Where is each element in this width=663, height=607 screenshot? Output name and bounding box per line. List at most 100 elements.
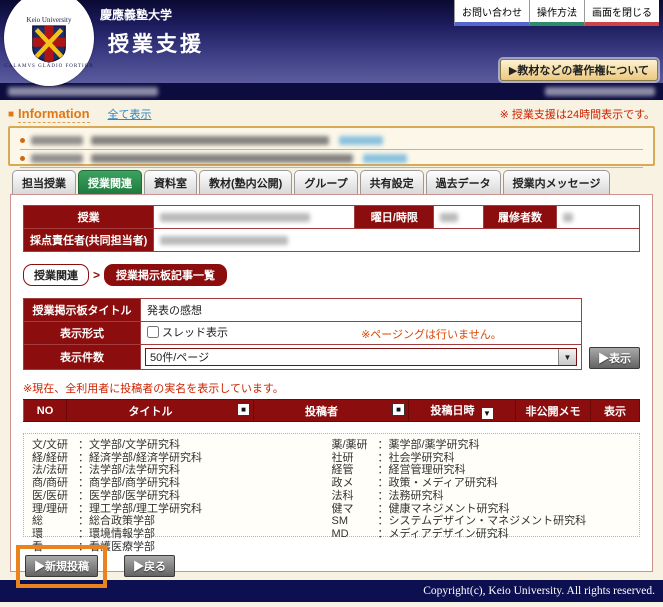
user-status-bar bbox=[0, 83, 663, 100]
breadcrumb-separator: > bbox=[93, 268, 100, 282]
legend-item: 文/文研：文学部/文学研究科 bbox=[32, 439, 332, 452]
legend-name: 経済学部/経済学研究科 bbox=[89, 452, 202, 465]
legend-name: 医学部/医学研究科 bbox=[89, 490, 180, 503]
display-button[interactable]: ▶表示 bbox=[589, 347, 640, 369]
redacted-class-name bbox=[160, 213, 310, 222]
enrollment-value bbox=[557, 206, 640, 229]
faculty-legend-box: 文/文研：文学部/文学研究科 経/経研：経済学部/経済学研究科 法/法研：法学部… bbox=[23, 433, 640, 537]
col-title: タイトル ■ bbox=[67, 400, 254, 422]
class-label: 授業 bbox=[24, 206, 154, 229]
legend-item: 環：環境情報学部 bbox=[32, 528, 332, 541]
legend-name: 法学部/法学研究科 bbox=[89, 464, 180, 477]
notice-item bbox=[20, 150, 643, 168]
thread-display-checkbox[interactable] bbox=[147, 326, 159, 338]
tab-past-data[interactable]: 過去データ bbox=[426, 170, 501, 194]
notice-item bbox=[20, 132, 643, 150]
tab-group[interactable]: グループ bbox=[294, 170, 357, 194]
legend-abbr: 社研 bbox=[332, 452, 378, 465]
legend-abbr: SM bbox=[332, 515, 378, 528]
24h-note: ※ 授業支援は24時間表示です。 bbox=[500, 106, 655, 122]
legend-item: 商/商研：商学部/商学研究科 bbox=[32, 477, 332, 490]
col-display: 表示 bbox=[591, 400, 640, 422]
university-name: 慶應義塾大学 bbox=[100, 6, 172, 23]
redacted-grader-names bbox=[160, 236, 288, 245]
breadcrumb-board-article-list: 授業掲示板記事一覧 bbox=[104, 264, 227, 286]
page-title: 授業支援 bbox=[108, 28, 204, 58]
information-section: ■ Information 全て表示 ※ 授業支援は24時間表示です。 bbox=[0, 100, 663, 170]
materials-copyright-button[interactable]: ▶教材などの著作権について bbox=[500, 59, 658, 81]
col-poster: 投稿者 ■ bbox=[254, 400, 409, 422]
legend-separator: ： bbox=[378, 439, 389, 452]
page-size-select[interactable]: 50件/ページ ▼ bbox=[145, 348, 577, 366]
tab-sharing-settings[interactable]: 共有設定 bbox=[360, 170, 424, 194]
class-value bbox=[154, 206, 355, 229]
col-title-label: タイトル bbox=[129, 406, 173, 418]
new-post-button[interactable]: ▶新規投稿 bbox=[25, 555, 98, 577]
legend-abbr: 経管 bbox=[332, 464, 378, 477]
display-format-value: スレッド表示 ※ページングは行いません。 bbox=[141, 322, 582, 345]
board-form: 授業掲示板タイトル 発表の感想 表示形式 スレッド表示 ※ページングは行いません… bbox=[23, 298, 640, 370]
select-dropdown-icon[interactable]: ▼ bbox=[558, 349, 576, 365]
legend-separator: ： bbox=[378, 452, 389, 465]
legend-abbr: 看 bbox=[32, 541, 78, 554]
legend-separator: ： bbox=[378, 490, 389, 503]
keio-shield-icon bbox=[31, 24, 67, 64]
show-all-link[interactable]: 全て表示 bbox=[108, 106, 152, 122]
notice-box bbox=[8, 126, 655, 166]
legend-separator: ： bbox=[78, 452, 89, 465]
header-nav: お問い合わせ 操作方法 画面を閉じる bbox=[454, 0, 659, 26]
legend-separator: ： bbox=[78, 439, 89, 452]
tab-resource-room[interactable]: 資料室 bbox=[144, 170, 197, 194]
contact-button[interactable]: お問い合わせ bbox=[454, 0, 529, 26]
tab-class-messages[interactable]: 授業内メッセージ bbox=[503, 170, 611, 194]
legend-item: 政メ：政策・メディア研究科 bbox=[332, 477, 632, 490]
grader-label: 採点責任者(共同担当者) bbox=[24, 229, 154, 252]
tab-assigned-classes[interactable]: 担当授業 bbox=[12, 170, 76, 194]
date-sort-desc-icon[interactable]: ▼ bbox=[481, 407, 494, 420]
legend-abbr: 経/経研 bbox=[32, 452, 78, 465]
col-post-date-label: 投稿日時 bbox=[431, 405, 475, 417]
grader-value bbox=[154, 229, 640, 252]
class-info-table: 授業 曜日/時限 履修者数 採点責任者(共同担当者) bbox=[23, 205, 640, 252]
tab-class-related[interactable]: 授業関連 bbox=[78, 170, 142, 194]
bullet-icon bbox=[20, 138, 25, 143]
bullet-icon bbox=[20, 156, 25, 161]
legend-item: 医/医研：医学部/医学研究科 bbox=[32, 490, 332, 503]
redacted-notice-link[interactable] bbox=[363, 154, 407, 163]
legend-name: システムデザイン・マネジメント研究科 bbox=[389, 515, 587, 528]
legend-item: 法科：法務研究科 bbox=[332, 490, 632, 503]
realname-note: ※現在、全利用者に投稿者の実名を表示しています。 bbox=[23, 380, 640, 396]
legend-separator: ： bbox=[78, 541, 89, 554]
legend-separator: ： bbox=[78, 528, 89, 541]
close-screen-button[interactable]: 画面を閉じる bbox=[584, 0, 659, 26]
thread-display-option[interactable]: スレッド表示 bbox=[147, 324, 228, 340]
legend-item: 総：総合政策学部 bbox=[32, 515, 332, 528]
legend-item: 経/経研：経済学部/経済学研究科 bbox=[32, 452, 332, 465]
col-no: NO bbox=[24, 400, 67, 422]
board-title-value: 発表の感想 bbox=[141, 299, 582, 322]
legend-separator: ： bbox=[78, 503, 89, 516]
tab-materials[interactable]: 教材(塾内公開) bbox=[199, 170, 292, 194]
legend-abbr: 健マ bbox=[332, 503, 378, 516]
redacted-notice-date bbox=[31, 154, 83, 163]
breadcrumb-class-related[interactable]: 授業関連 bbox=[23, 264, 89, 286]
info-square-icon: ■ bbox=[8, 109, 14, 120]
legend-item: MD：メディアデザイン研究科 bbox=[332, 528, 632, 541]
display-count-cell: 50件/ページ ▼ bbox=[141, 345, 582, 370]
legend-separator: ： bbox=[78, 515, 89, 528]
legend-abbr: 理/理研 bbox=[32, 503, 78, 516]
how-to-button[interactable]: 操作方法 bbox=[529, 0, 584, 26]
redacted-day-period bbox=[440, 213, 458, 222]
poster-sort-icon[interactable]: ■ bbox=[392, 403, 405, 416]
back-button[interactable]: ▶戻る bbox=[124, 555, 175, 577]
thread-display-label: スレッド表示 bbox=[162, 324, 228, 340]
col-poster-label: 投稿者 bbox=[305, 406, 338, 418]
legend-item: 理/理研：理工学部/理工学研究科 bbox=[32, 503, 332, 516]
app-header: Keio University CALAMVS GLADIO FORTIOR 慶… bbox=[0, 0, 663, 83]
main-tab-bar: 担当授業 授業関連 資料室 教材(塾内公開) グループ 共有設定 過去データ 授… bbox=[0, 170, 663, 194]
redacted-notice-link[interactable] bbox=[339, 136, 383, 145]
title-sort-icon[interactable]: ■ bbox=[237, 403, 250, 416]
legend-abbr: 総 bbox=[32, 515, 78, 528]
breadcrumb: 授業関連 > 授業掲示板記事一覧 bbox=[23, 264, 640, 286]
day-period-label: 曜日/時限 bbox=[355, 206, 434, 229]
